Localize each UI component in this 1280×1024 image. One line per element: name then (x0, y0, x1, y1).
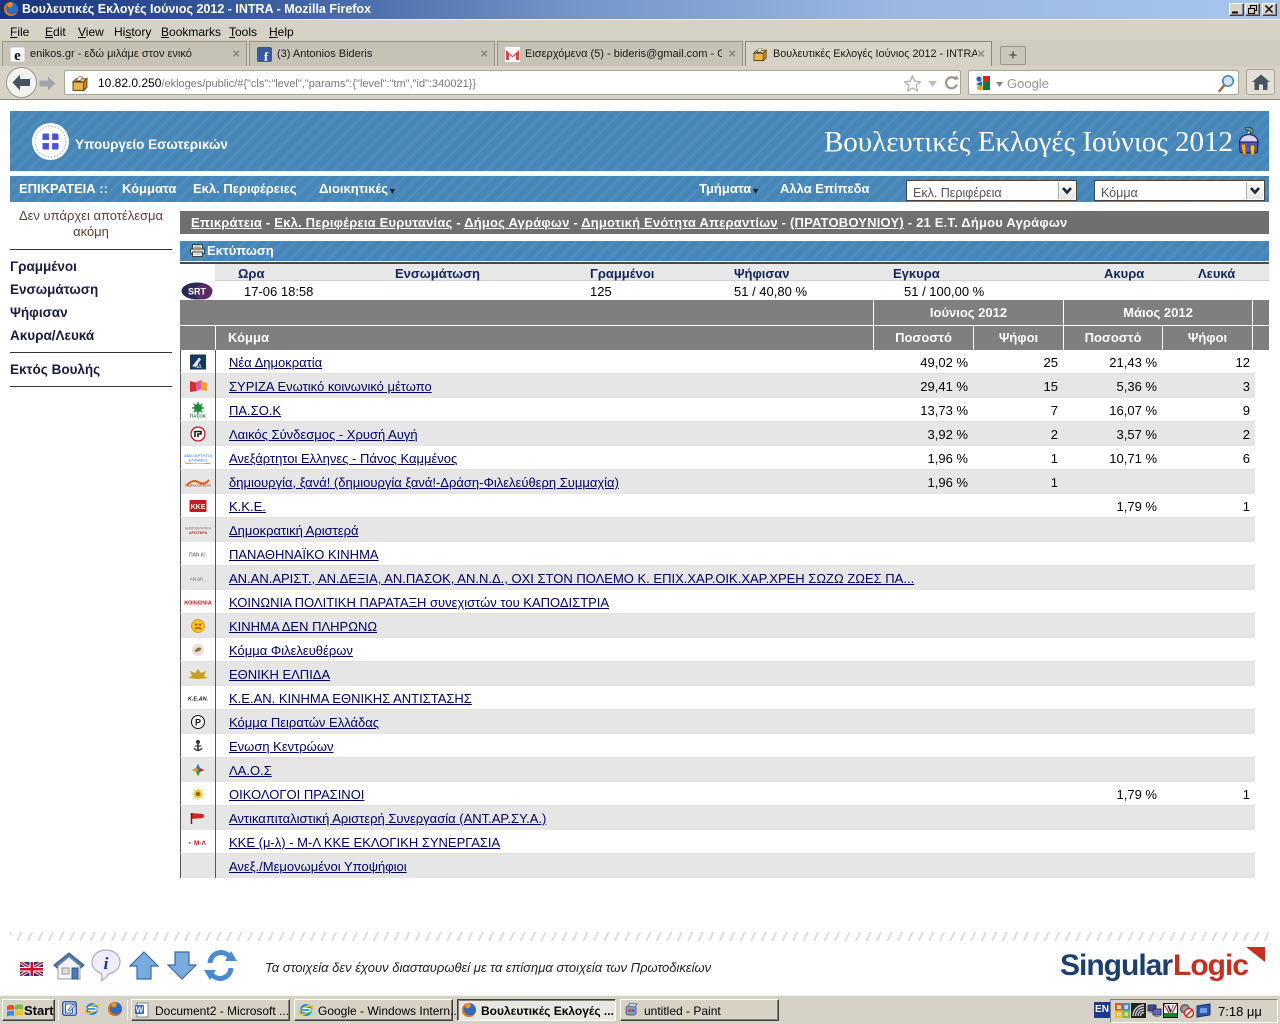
svg-text:ΕΛΛΗΝΕΣ: ΕΛΛΗΝΕΣ (189, 458, 208, 463)
svg-text:ΠΑΣΟΚ: ΠΑΣΟΚ (190, 414, 207, 419)
svg-text:ΝΔ: ΝΔ (195, 364, 203, 370)
svg-text:ΑΝ ΔΡ...: ΑΝ ΔΡ... (190, 577, 206, 582)
svg-text:ΠΑΝ.ΚΙ.: ΠΑΝ.ΚΙ. (189, 553, 207, 559)
svg-text:P: P (195, 718, 201, 728)
svg-text:e: e (14, 48, 21, 62)
svg-text:✶: ✶ (188, 841, 192, 846)
svg-text:W: W (136, 1006, 144, 1015)
svg-text:ΑΡΙΣΤΕΡΑ: ΑΡΙΣΤΕΡΑ (189, 531, 208, 535)
svg-text:ΔΗΜΟΚΡΑΤΙΚΗ: ΔΗΜΟΚΡΑΤΙΚΗ (185, 527, 211, 531)
svg-text:SRT: SRT (188, 287, 207, 297)
svg-text:KKE: KKE (191, 504, 206, 511)
svg-text:i: i (104, 954, 109, 973)
svg-text:Κ.Ε.ΑΝ.: Κ.Ε.ΑΝ. (188, 697, 209, 703)
svg-text:δημιουργία ξανά!: δημιουργία ξανά! (185, 484, 211, 488)
svg-text:Μ-Λ: Μ-Λ (194, 840, 207, 847)
svg-text:ΚΟΙΝΩΝΙΑ: ΚΟΙΝΩΝΙΑ (184, 601, 211, 607)
svg-text:f: f (264, 49, 269, 62)
